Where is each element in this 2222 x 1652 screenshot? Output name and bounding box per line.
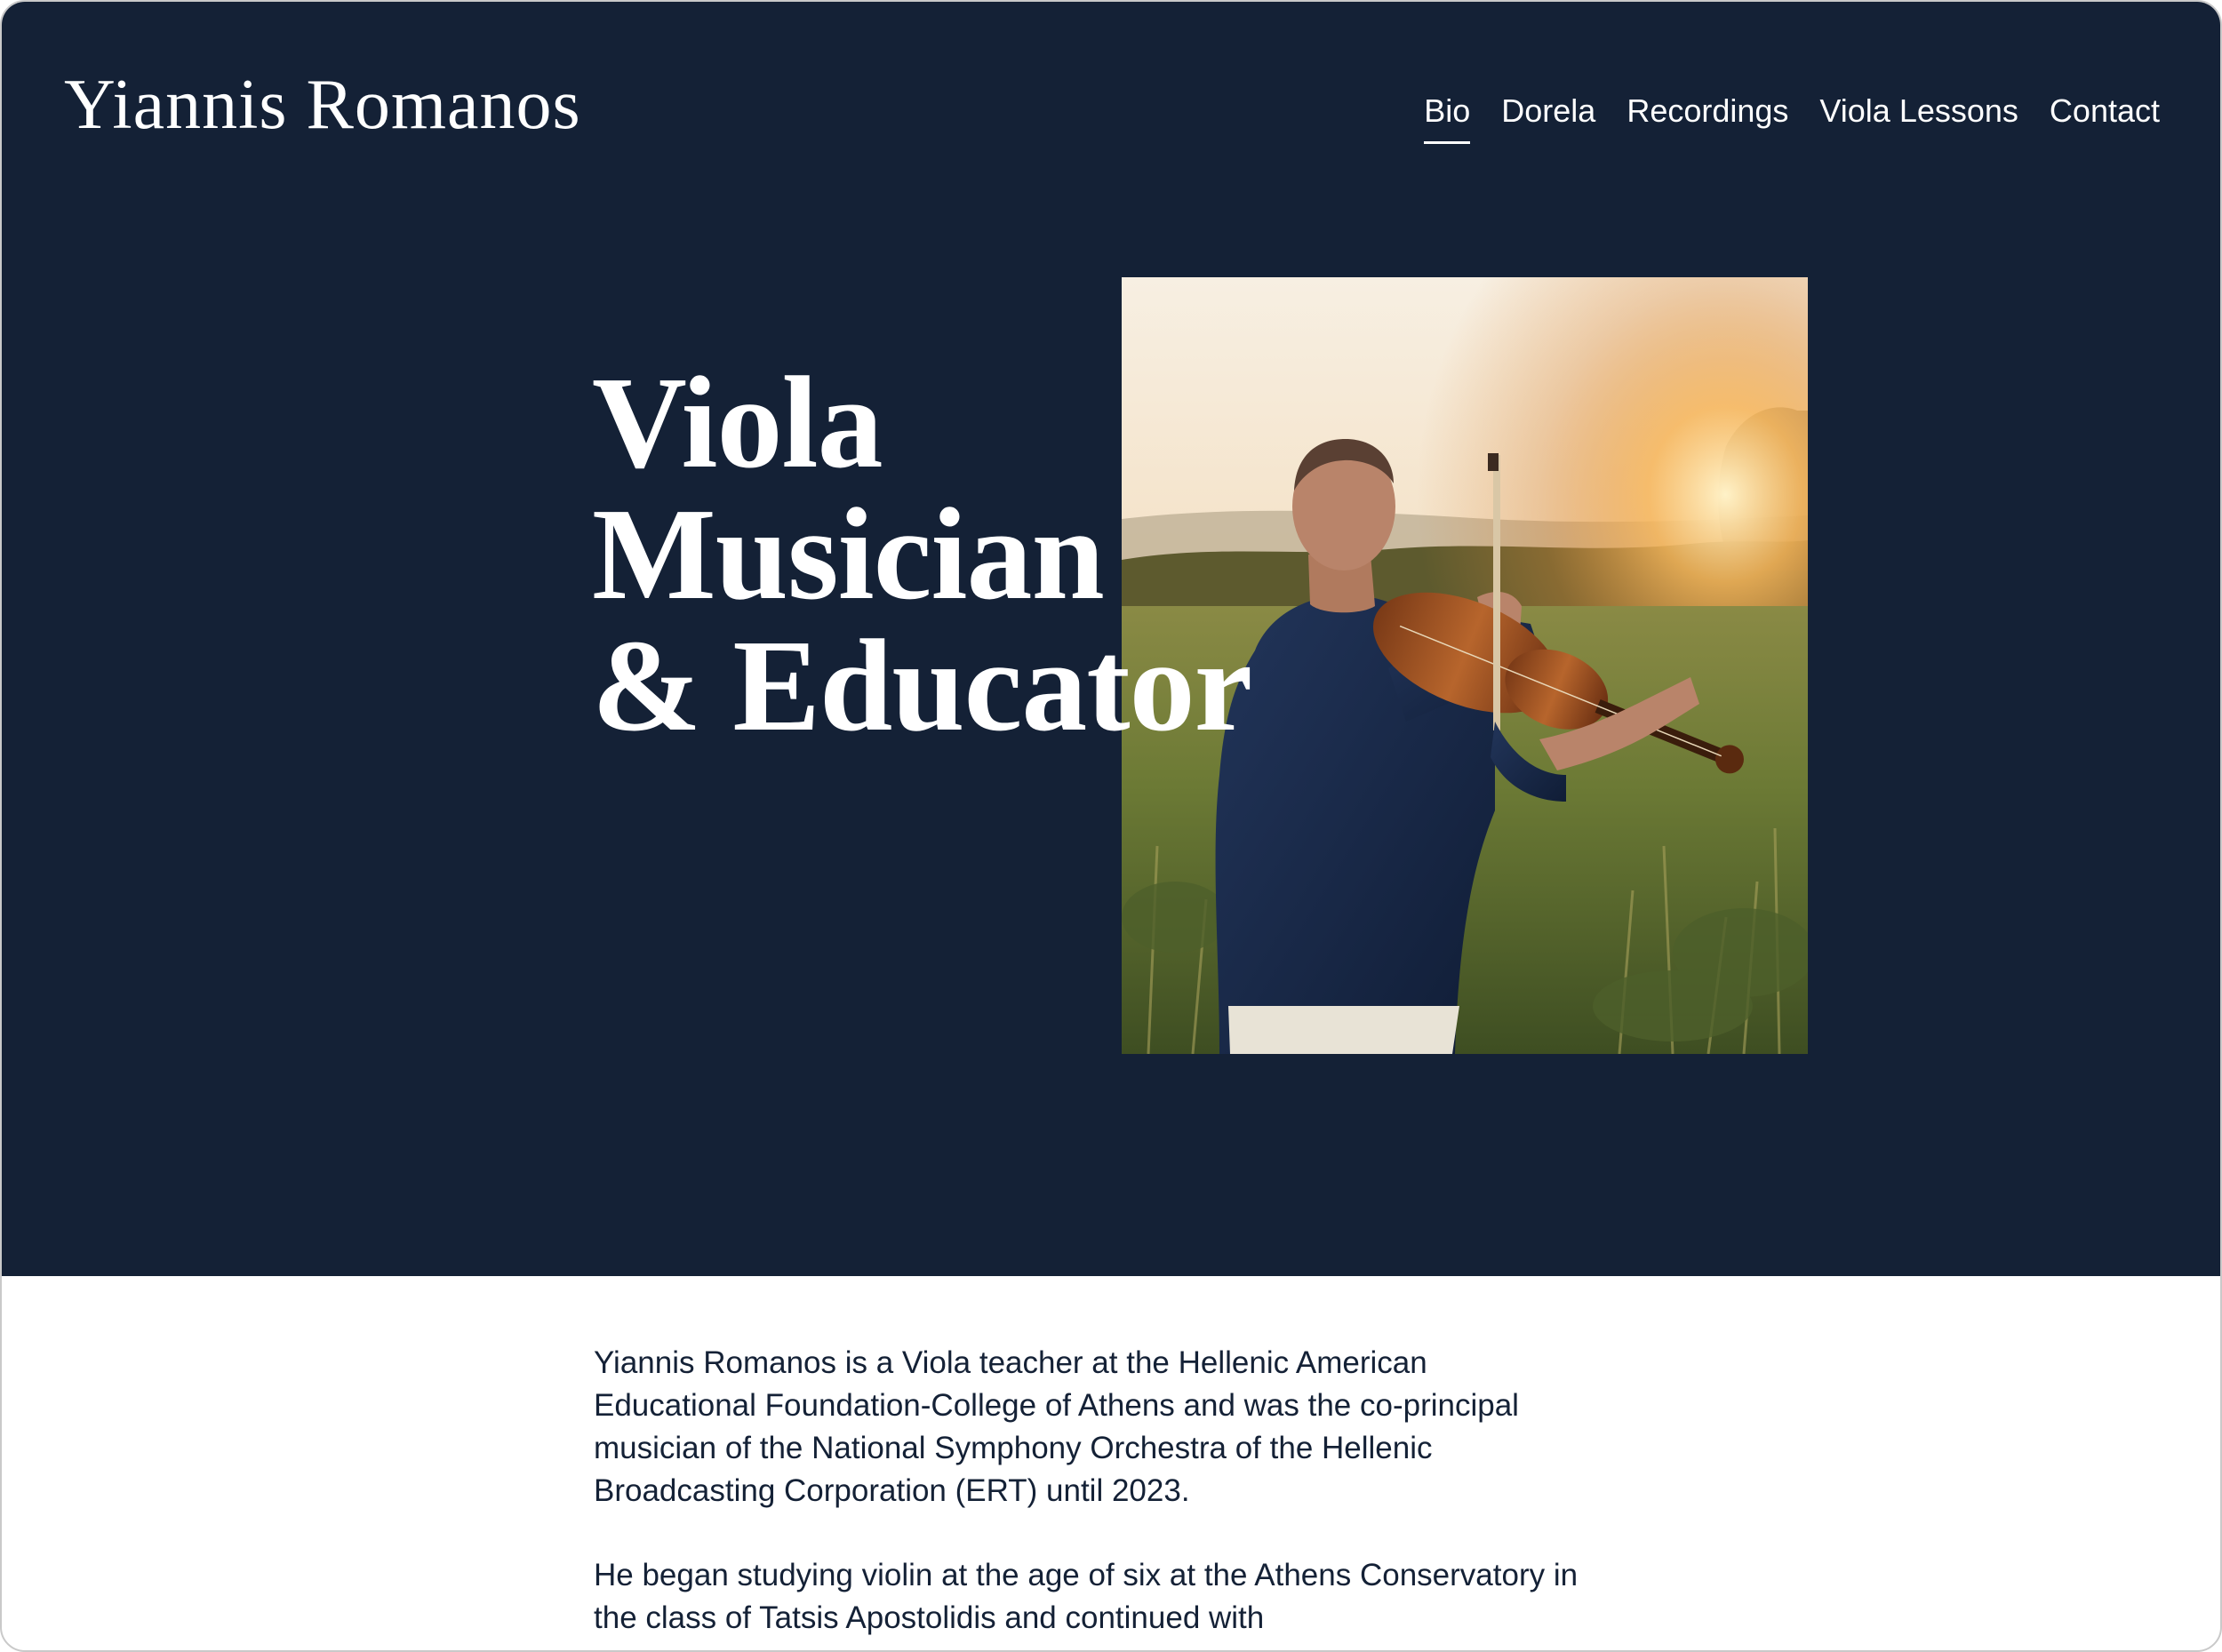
nav-item-recordings[interactable]: Recordings	[1627, 89, 1788, 133]
browser-frame: Yiannis Romanos Bio Dorela Recordings Vi…	[0, 0, 2222, 1652]
nav-item-contact[interactable]: Contact	[2050, 89, 2160, 133]
hero-section: Yiannis Romanos Bio Dorela Recordings Vi…	[2, 2, 2220, 1276]
headline-line-1: Viola	[592, 350, 883, 496]
nav-item-viola-lessons[interactable]: Viola Lessons	[1819, 89, 2018, 133]
headline-line-3: & Educator	[592, 613, 1252, 759]
bio-section: Yiannis Romanos is a Viola teacher at th…	[594, 1342, 1589, 1650]
site-title[interactable]: Yiannis Romanos	[64, 66, 581, 144]
nav-item-bio[interactable]: Bio	[1424, 89, 1471, 144]
headline-line-2: Musician	[592, 482, 1105, 627]
bio-paragraph-2: He began studying violin at the age of s…	[594, 1558, 1579, 1635]
bio-paragraph-1: Yiannis Romanos is a Viola teacher at th…	[594, 1345, 1519, 1508]
nav-item-dorela[interactable]: Dorela	[1501, 89, 1595, 133]
hero-headline: Viola Musician & Educator	[592, 350, 1252, 759]
main-nav: Bio Dorela Recordings Viola Lessons Cont…	[1424, 89, 2160, 144]
